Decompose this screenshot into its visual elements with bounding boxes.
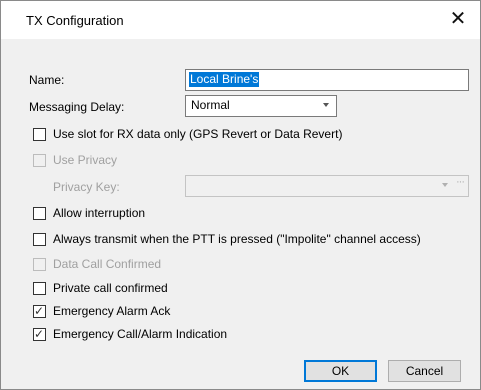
privacy-key-select[interactable]: ···	[185, 175, 469, 197]
chevron-down-icon	[442, 183, 448, 187]
close-icon: ✕	[449, 8, 467, 30]
emergency-call-alarm-indication-label: Emergency Call/Alarm Indication	[53, 327, 228, 341]
allow-interruption-label: Allow interruption	[53, 206, 146, 220]
impolite-access-label: Always transmit when the PTT is pressed …	[53, 232, 421, 246]
private-call-confirmed-label: Private call confirmed	[53, 281, 168, 295]
impolite-access-checkbox[interactable]	[33, 233, 46, 246]
messaging-delay-select[interactable]: Normal	[185, 95, 337, 117]
messaging-delay-label: Messaging Delay:	[29, 100, 125, 114]
messaging-delay-value: Normal	[191, 98, 230, 112]
emergency-call-alarm-indication-checkbox[interactable]: ✓	[33, 327, 46, 341]
use-privacy-checkbox[interactable]	[33, 154, 46, 167]
name-input-selected-text: Local Brine's	[189, 72, 260, 87]
tx-configuration-dialog: TX Configuration ✕ Name: Local Brine's M…	[0, 0, 481, 390]
cancel-button[interactable]: Cancel	[388, 360, 461, 382]
window-title: TX Configuration	[26, 13, 124, 28]
data-call-confirmed-checkbox[interactable]	[33, 258, 46, 271]
rx-data-only-checkbox[interactable]	[33, 128, 46, 141]
name-label: Name:	[29, 73, 65, 87]
privacy-key-label: Privacy Key:	[53, 180, 120, 194]
use-privacy-label: Use Privacy	[53, 153, 118, 167]
rx-data-only-label: Use slot for RX data only (GPS Revert or…	[53, 127, 343, 141]
more-options-icon: ···	[456, 176, 465, 188]
name-input[interactable]: Local Brine's	[185, 69, 469, 91]
close-button[interactable]: ✕	[436, 1, 480, 39]
emergency-alarm-ack-label: Emergency Alarm Ack	[53, 304, 171, 318]
checkmark-icon: ✓	[34, 327, 45, 341]
checkmark-icon: ✓	[34, 304, 45, 318]
title-bar: TX Configuration ✕	[1, 1, 480, 39]
ok-button[interactable]: OK	[304, 360, 377, 382]
data-call-confirmed-label: Data Call Confirmed	[53, 257, 162, 271]
private-call-confirmed-checkbox[interactable]	[33, 282, 46, 295]
allow-interruption-checkbox[interactable]	[33, 207, 46, 220]
chevron-down-icon	[323, 103, 329, 107]
emergency-alarm-ack-checkbox[interactable]: ✓	[33, 304, 46, 318]
